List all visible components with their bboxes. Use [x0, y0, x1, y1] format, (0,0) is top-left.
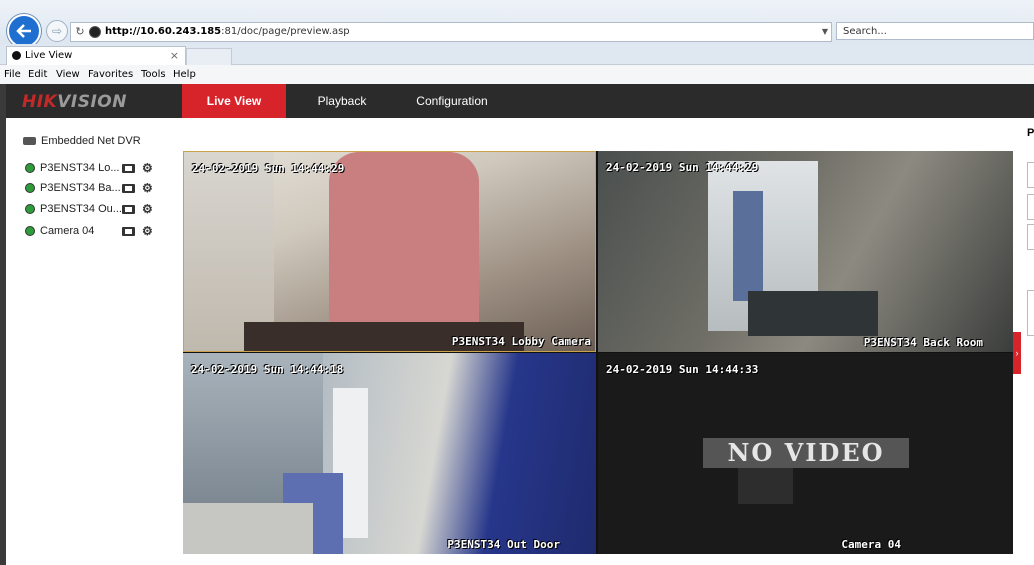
- new-tab-button[interactable]: [186, 48, 232, 65]
- tab-favicon-icon: [12, 51, 21, 60]
- no-video-label: NO VIDEO: [703, 438, 909, 468]
- scene-person: [329, 152, 479, 322]
- arrow-right-icon: ⇨: [51, 24, 63, 38]
- camera-label: Camera 04: [40, 225, 95, 237]
- scene-steps: [183, 503, 313, 554]
- scene-person: [733, 191, 763, 301]
- camera-item[interactable]: P3ENST34 Ou... ⚙: [25, 202, 175, 218]
- ptz-icon[interactable]: ⚙: [142, 202, 153, 216]
- menu-tools[interactable]: Tools: [141, 69, 166, 80]
- tab-strip: Live View ×: [0, 44, 1034, 65]
- camera-label: P3ENST34 Lo...: [40, 162, 120, 174]
- video-tile-camera-04[interactable]: 24-02-2019 Sun 14:44:33 NO VIDEO Camera …: [598, 353, 1013, 554]
- panel-collapse-button[interactable]: ›: [1013, 332, 1021, 374]
- panel-title: P: [1027, 127, 1034, 139]
- live-view-toolbar: [183, 554, 1013, 565]
- menu-bar: File Edit View Favorites Tools Help: [0, 65, 1034, 85]
- nav-live-view[interactable]: Live View: [182, 84, 286, 118]
- menu-help[interactable]: Help: [173, 69, 196, 80]
- device-label: Embedded Net DVR: [41, 135, 141, 147]
- site-favicon-icon: [89, 26, 101, 38]
- camera-name-osd: P3ENST34 Out Door: [447, 538, 560, 551]
- panel-control[interactable]: [1027, 162, 1034, 188]
- nav-configuration[interactable]: Configuration: [402, 84, 502, 118]
- device-node[interactable]: Embedded Net DVR: [23, 135, 141, 147]
- dropdown-arrow-icon[interactable]: ▼: [822, 23, 828, 41]
- url-text: http://10.60.243.185:81/doc/page/preview…: [105, 23, 350, 41]
- tab-title: Live View: [25, 50, 73, 61]
- camera-label: P3ENST34 Ba...: [40, 182, 121, 194]
- ptz-icon[interactable]: ⚙: [142, 224, 153, 238]
- arrow-left-icon: [16, 24, 31, 38]
- ptz-icon[interactable]: ⚙: [142, 181, 153, 195]
- logo-hik: HIK: [22, 92, 58, 112]
- camera-item[interactable]: P3ENST34 Ba... ⚙: [25, 181, 175, 197]
- device-tree: Embedded Net DVR P3ENST34 Lo... ⚙ P3ENST…: [6, 118, 182, 565]
- menu-view[interactable]: View: [56, 69, 80, 80]
- camera-item[interactable]: Camera 04 ⚙: [25, 224, 175, 240]
- camera-icon: [25, 163, 35, 173]
- url-path: :81/doc/page/preview.asp: [221, 26, 350, 37]
- search-input[interactable]: Search...: [836, 22, 1034, 40]
- app-header: HIKVISION Live View Playback Configurati…: [6, 84, 1034, 118]
- video-tile-out-door[interactable]: 24-02-2019 Sun 14:44:18 P3ENST34 Out Doo…: [183, 353, 596, 554]
- camera-icon: [25, 226, 35, 236]
- menu-favorites[interactable]: Favorites: [88, 69, 133, 80]
- panel-control[interactable]: [1027, 194, 1034, 220]
- tab-live-view[interactable]: Live View ×: [6, 46, 186, 65]
- scene-laptop: [748, 291, 878, 336]
- video-grid: 24-02-2019 Sun 14:44:29 P3ENST34 Lobby C…: [183, 151, 1013, 554]
- record-icon[interactable]: [122, 184, 135, 193]
- camera-label: P3ENST34 Ou...: [40, 203, 122, 215]
- record-icon[interactable]: [122, 227, 135, 236]
- camera-icon: [25, 204, 35, 214]
- camera-name-osd: P3ENST34 Lobby Camera: [451, 335, 591, 348]
- record-icon[interactable]: [122, 164, 135, 173]
- camera-name-osd: Camera 04: [841, 538, 901, 551]
- address-bar[interactable]: ↻ http://10.60.243.185:81/doc/page/previ…: [70, 22, 832, 42]
- ptz-icon[interactable]: ⚙: [142, 161, 153, 175]
- camera-name-osd: P3ENST34 Back Room: [863, 336, 983, 349]
- url-host: http://10.60.243.185: [105, 26, 222, 37]
- forward-button[interactable]: ⇨: [46, 20, 68, 42]
- nav-playback[interactable]: Playback: [302, 84, 382, 118]
- panel-control[interactable]: [1027, 290, 1034, 336]
- menu-edit[interactable]: Edit: [28, 69, 47, 80]
- ptz-panel: P ›: [1013, 118, 1034, 565]
- dvr-icon: [23, 137, 36, 146]
- timestamp-osd: 24-02-2019 Sun 14:44:29: [192, 162, 345, 175]
- close-icon[interactable]: ×: [170, 47, 179, 64]
- record-icon[interactable]: [122, 205, 135, 214]
- timestamp-osd: 24-02-2019 Sun 14:44:18: [191, 363, 344, 376]
- refresh-icon[interactable]: ↻: [73, 23, 87, 41]
- browser-toolbar: ⇨ ↻ http://10.60.243.185:81/doc/page/pre…: [0, 0, 1034, 48]
- menu-file[interactable]: File: [4, 69, 21, 80]
- back-button[interactable]: [7, 14, 41, 48]
- video-tile-lobby[interactable]: 24-02-2019 Sun 14:44:29 P3ENST34 Lobby C…: [183, 151, 596, 352]
- camera-item[interactable]: P3ENST34 Lo... ⚙: [25, 161, 175, 177]
- timestamp-osd: 24-02-2019 Sun 14:44:33: [606, 363, 759, 376]
- panel-control[interactable]: [1027, 224, 1034, 250]
- video-tile-back-room[interactable]: 24-02-2019 Sun 14:44:29 P3ENST34 Back Ro…: [598, 151, 1013, 352]
- no-video-shadow: [738, 468, 793, 504]
- logo-vision: VISION: [57, 92, 127, 112]
- timestamp-osd: 24-02-2019 Sun 14:44:29: [606, 161, 759, 174]
- hikvision-logo: HIKVISION: [22, 92, 127, 112]
- camera-icon: [25, 183, 35, 193]
